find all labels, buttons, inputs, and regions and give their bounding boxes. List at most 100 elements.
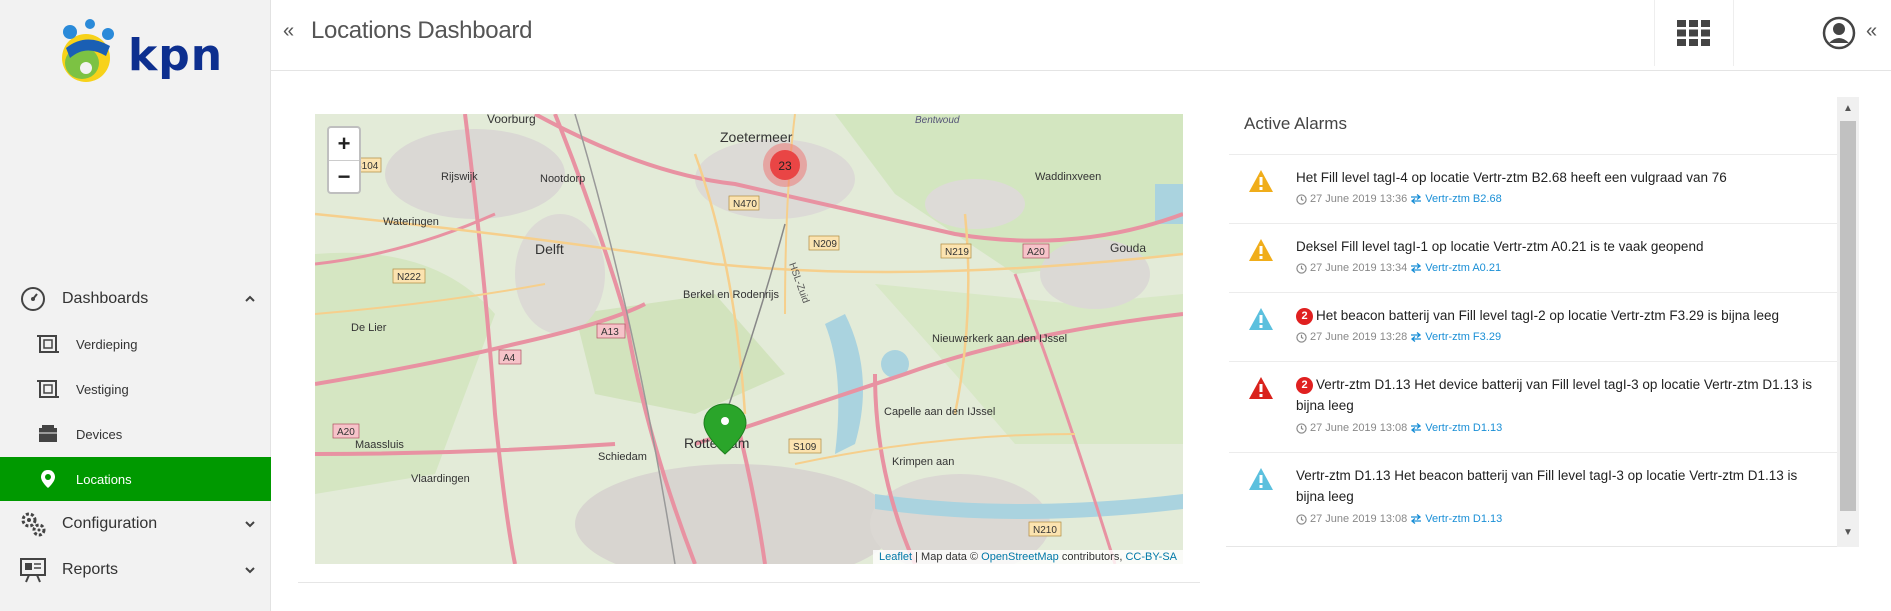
exchange-icon bbox=[1411, 194, 1422, 204]
sidebar: kpn Dashboards Verdieping Vestiging Devi… bbox=[0, 0, 271, 611]
alarm-meta: 27 June 2019 13:08 Vertr-ztm D1.13 bbox=[1296, 513, 1502, 525]
sidebar-item-vestiging[interactable]: Vestiging bbox=[0, 367, 271, 411]
road-label: A20 bbox=[1027, 247, 1045, 258]
attribution-text: contributors, bbox=[1058, 551, 1126, 563]
alarm-item[interactable]: Deksel Fill level tagI-1 op locatie Vert… bbox=[1229, 223, 1837, 292]
place-label: Berkel en Rodenrijs bbox=[683, 289, 779, 301]
exchange-icon bbox=[1411, 514, 1422, 524]
sidebar-section-label: Dashboards bbox=[62, 290, 149, 307]
road-label: A13 bbox=[601, 327, 619, 338]
zoom-control: + − bbox=[327, 126, 361, 194]
device-icon bbox=[36, 422, 60, 446]
alarms-scrollbar[interactable]: ▲ ▼ bbox=[1837, 97, 1859, 547]
place-label: Nieuwerkerk aan den IJssel bbox=[932, 333, 1067, 345]
scroll-down-arrow-icon[interactable]: ▼ bbox=[1843, 527, 1853, 538]
kpn-crown-icon bbox=[62, 19, 114, 82]
sidebar-item-label: Verdieping bbox=[76, 336, 138, 352]
place-label: Maassluis bbox=[355, 439, 404, 451]
sidebar-section-dashboards[interactable]: Dashboards bbox=[0, 277, 271, 321]
clock-icon bbox=[1296, 193, 1307, 205]
collapse-right-button[interactable]: « bbox=[1866, 20, 1877, 43]
sidebar-item-locations[interactable]: Locations bbox=[0, 457, 271, 501]
alarm-text: Vertr-ztm D1.13 Het beacon batterij van … bbox=[1296, 468, 1798, 504]
alarm-count-badge: 2 bbox=[1296, 308, 1313, 325]
place-label: Voorburg bbox=[487, 114, 536, 126]
clock-icon bbox=[1296, 422, 1307, 434]
page-title: Locations Dashboard bbox=[311, 17, 533, 44]
clock-icon bbox=[1296, 331, 1307, 343]
alarm-message: Vertr-ztm D1.13 Het device batterij van … bbox=[1296, 377, 1812, 413]
place-label: Waddinxveen bbox=[1035, 171, 1101, 183]
alarm-location-link[interactable]: Vertr-ztm D1.13 bbox=[1425, 513, 1502, 525]
place-label: Gouda bbox=[1110, 241, 1146, 255]
alarm-time: 27 June 2019 13:08 bbox=[1310, 513, 1408, 525]
alarm-message: Het beacon batterij van Fill level tagI-… bbox=[1316, 308, 1779, 323]
sidebar-section-label: Reports bbox=[62, 561, 119, 578]
sidebar-section-reports[interactable]: Reports bbox=[0, 548, 271, 592]
warning-icon bbox=[1249, 170, 1273, 192]
alarm-item[interactable]: Het Fill level tagI-4 op locatie Vertr-z… bbox=[1229, 154, 1837, 223]
sidebar-item-label: Vestiging bbox=[76, 381, 129, 397]
sidebar-item-verdieping[interactable]: Verdieping bbox=[0, 322, 271, 366]
road-label: N209 bbox=[813, 239, 837, 250]
zoom-in-button[interactable]: + bbox=[329, 128, 359, 160]
place-label: Wateringen bbox=[383, 216, 439, 228]
scrollbar-thumb[interactable] bbox=[1840, 121, 1856, 511]
zoom-out-button[interactable]: − bbox=[329, 160, 359, 192]
license-link[interactable]: CC-BY-SA bbox=[1125, 551, 1177, 563]
alarm-location-link[interactable]: Vertr-ztm D1.13 bbox=[1425, 422, 1502, 434]
alarm-time: 27 June 2019 13:36 bbox=[1310, 193, 1408, 205]
chevron-down-icon bbox=[243, 517, 257, 531]
leaflet-link[interactable]: Leaflet bbox=[879, 551, 912, 563]
sidebar-item-label: Locations bbox=[76, 471, 132, 487]
osm-link[interactable]: OpenStreetMap bbox=[981, 551, 1059, 563]
alarm-item[interactable]: 2 Vertr-ztm D1.13 Het device batterij van… bbox=[1229, 361, 1837, 452]
scroll-up-arrow-icon[interactable]: ▲ bbox=[1843, 103, 1853, 114]
gauge-icon bbox=[18, 284, 48, 314]
locations-map[interactable]: Voorburg Zoetermeer Rijswijk Nootdorp Wa… bbox=[315, 114, 1183, 564]
alarm-text: Deksel Fill level tagI-1 op locatie Vert… bbox=[1296, 239, 1704, 254]
alarm-item[interactable]: Vertr-ztm D1.13 Het beacon batterij van … bbox=[1229, 452, 1837, 543]
attribution-text: | Map data © bbox=[912, 551, 982, 563]
road-label: N219 bbox=[945, 247, 969, 258]
place-label: Delft bbox=[535, 241, 564, 257]
alarm-location-link[interactable]: Vertr-ztm A0.21 bbox=[1425, 262, 1501, 274]
map-attribution: Leaflet | Map data © OpenStreetMap contr… bbox=[873, 550, 1183, 564]
place-label: Krimpen aan bbox=[892, 456, 954, 468]
alarm-location-link[interactable]: Vertr-ztm F3.29 bbox=[1425, 331, 1501, 343]
cluster-marker[interactable]: 23 bbox=[763, 143, 807, 187]
road-label: N222 bbox=[397, 272, 421, 283]
floor-plan-icon bbox=[36, 377, 60, 401]
chevron-up-icon bbox=[243, 292, 257, 306]
alarm-text: 2 Vertr-ztm D1.13 Het device batterij van… bbox=[1296, 374, 1816, 416]
alarm-time: 27 June 2019 13:08 bbox=[1310, 422, 1408, 434]
panel-title: Active Alarms bbox=[1244, 114, 1347, 133]
sidebar-item-devices[interactable]: Devices bbox=[0, 412, 271, 456]
grid-icon bbox=[1677, 20, 1710, 46]
place-label: Rijswijk bbox=[441, 171, 478, 183]
road-label: N470 bbox=[733, 199, 757, 210]
place-label: De Lier bbox=[351, 322, 387, 334]
sidebar-section-label: Configuration bbox=[62, 515, 158, 532]
alarm-meta: 27 June 2019 13:08 Vertr-ztm D1.13 bbox=[1296, 422, 1502, 434]
alarm-item[interactable]: 2 Het beacon batterij van Fill level tagI… bbox=[1229, 292, 1837, 361]
place-label: Bentwoud bbox=[915, 115, 960, 126]
collapse-sidebar-button[interactable]: « bbox=[283, 20, 294, 43]
exchange-icon bbox=[1411, 263, 1422, 273]
apps-button[interactable] bbox=[1654, 0, 1734, 66]
brand-name: kpn bbox=[128, 30, 224, 81]
sidebar-section-configuration[interactable]: Configuration bbox=[0, 502, 271, 546]
chevron-down-icon bbox=[243, 563, 257, 577]
danger-icon bbox=[1249, 377, 1273, 399]
gears-icon bbox=[18, 509, 48, 539]
info-warning-icon bbox=[1249, 468, 1273, 490]
place-label: Capelle aan den IJssel bbox=[884, 406, 995, 418]
alarm-text: Het Fill level tagI-4 op locatie Vertr-z… bbox=[1296, 170, 1727, 185]
alarm-meta: 27 June 2019 13:28 Vertr-ztm F3.29 bbox=[1296, 331, 1501, 343]
floor-plan-icon bbox=[36, 332, 60, 356]
alarm-time: 27 June 2019 13:28 bbox=[1310, 331, 1408, 343]
alarm-location-link[interactable]: Vertr-ztm B2.68 bbox=[1425, 193, 1501, 205]
info-warning-icon bbox=[1249, 308, 1273, 330]
kpn-logo[interactable]: kpn bbox=[56, 18, 226, 92]
map-marker-icon bbox=[36, 467, 60, 491]
